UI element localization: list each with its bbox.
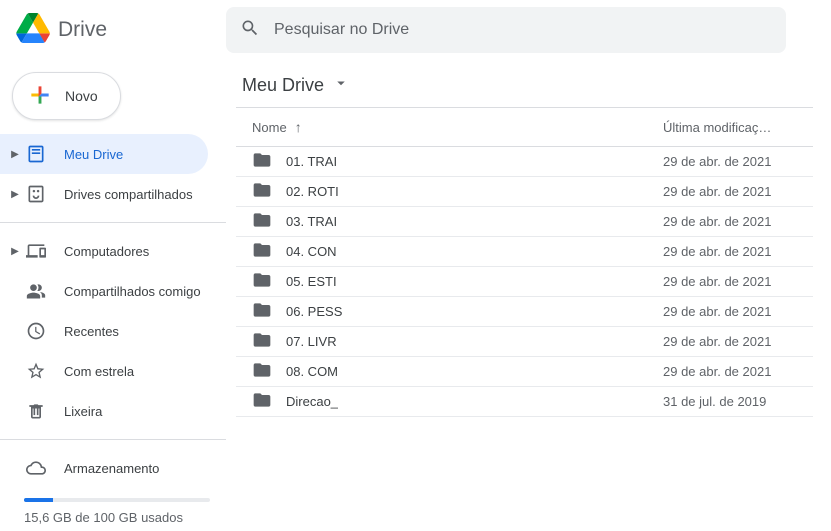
storage-progress-fill (24, 498, 53, 502)
table-row[interactable]: 01. TRAI29 de abr. de 2021 (236, 147, 813, 177)
breadcrumb-current: Meu Drive (242, 75, 324, 96)
file-name: 01. TRAI (286, 154, 663, 169)
logo-area[interactable]: Drive (16, 13, 226, 48)
table-row[interactable]: 02. ROTI29 de abr. de 2021 (236, 177, 813, 207)
sidebar: Novo ▶ Meu Drive ▶ Drives compartilhados… (0, 60, 226, 531)
drive-logo-icon (16, 13, 50, 48)
sidebar-item-label: Armazenamento (64, 461, 159, 476)
folder-icon (252, 210, 272, 233)
table-row[interactable]: 06. PESS29 de abr. de 2021 (236, 297, 813, 327)
file-modified: 29 de abr. de 2021 (663, 304, 813, 319)
search-icon (240, 18, 260, 43)
file-name: 05. ESTI (286, 274, 663, 289)
sidebar-item-trash[interactable]: Lixeira (0, 391, 208, 431)
computers-icon (24, 241, 48, 261)
file-name: 02. ROTI (286, 184, 663, 199)
column-header-modified[interactable]: Última modificaç… (663, 120, 813, 135)
app-header: Drive (0, 0, 831, 60)
folder-icon (252, 330, 272, 353)
sidebar-item-recent[interactable]: Recentes (0, 311, 208, 351)
recent-icon (24, 321, 48, 341)
trash-icon (24, 401, 48, 421)
file-name: Direcao_ (286, 394, 663, 409)
sidebar-item-label: Recentes (64, 324, 119, 339)
folder-icon (252, 150, 272, 173)
sidebar-item-computers[interactable]: ▶ Computadores (0, 231, 208, 271)
table-row[interactable]: 03. TRAI29 de abr. de 2021 (236, 207, 813, 237)
shared-drives-icon (24, 184, 48, 204)
file-name: 04. CON (286, 244, 663, 259)
divider (0, 222, 226, 223)
chevron-right-icon: ▶ (6, 149, 24, 160)
sidebar-item-my-drive[interactable]: ▶ Meu Drive (0, 134, 208, 174)
folder-icon (252, 300, 272, 323)
sidebar-item-storage[interactable]: Armazenamento (0, 448, 208, 488)
file-name: 08. COM (286, 364, 663, 379)
file-modified: 29 de abr. de 2021 (663, 184, 813, 199)
chevron-right-icon: ▶ (6, 189, 24, 200)
new-button-label: Novo (65, 88, 98, 104)
table-row[interactable]: 07. LIVR29 de abr. de 2021 (236, 327, 813, 357)
file-list: 01. TRAI29 de abr. de 202102. ROTI29 de … (236, 147, 813, 417)
file-name: 06. PESS (286, 304, 663, 319)
star-icon (24, 361, 48, 381)
sidebar-item-label: Computadores (64, 244, 149, 259)
cloud-icon (24, 458, 48, 478)
file-name: 07. LIVR (286, 334, 663, 349)
file-modified: 29 de abr. de 2021 (663, 364, 813, 379)
content-area: Meu Drive Nome ↑ Última modificaç… 01. T… (226, 60, 831, 531)
search-input[interactable] (274, 21, 772, 39)
sidebar-item-label: Drives compartilhados (64, 187, 193, 202)
sidebar-item-label: Meu Drive (64, 147, 123, 162)
folder-icon (252, 240, 272, 263)
storage-block: 15,6 GB de 100 GB usados Comprar armazen… (0, 488, 226, 531)
folder-icon (252, 270, 272, 293)
folder-icon (252, 360, 272, 383)
sidebar-item-starred[interactable]: Com estrela (0, 351, 208, 391)
divider (0, 439, 226, 440)
chevron-right-icon: ▶ (6, 246, 24, 257)
storage-progress-bar (24, 498, 210, 502)
my-drive-icon (24, 144, 48, 164)
folder-icon (252, 390, 272, 413)
sidebar-item-label: Lixeira (64, 404, 102, 419)
file-modified: 29 de abr. de 2021 (663, 214, 813, 229)
caret-down-icon (332, 74, 350, 97)
table-row[interactable]: 04. CON29 de abr. de 2021 (236, 237, 813, 267)
shared-icon (24, 281, 48, 301)
plus-icon (27, 82, 53, 111)
sidebar-item-label: Compartilhados comigo (64, 284, 201, 299)
file-modified: 29 de abr. de 2021 (663, 244, 813, 259)
table-row[interactable]: 05. ESTI29 de abr. de 2021 (236, 267, 813, 297)
sidebar-item-shared-with-me[interactable]: Compartilhados comigo (0, 271, 208, 311)
file-modified: 29 de abr. de 2021 (663, 154, 813, 169)
sort-ascending-icon: ↑ (295, 119, 302, 135)
table-row[interactable]: Direcao_31 de jul. de 2019 (236, 387, 813, 417)
file-modified: 31 de jul. de 2019 (663, 394, 813, 409)
folder-icon (252, 180, 272, 203)
sidebar-item-label: Com estrela (64, 364, 134, 379)
new-button[interactable]: Novo (12, 72, 121, 120)
file-name: 03. TRAI (286, 214, 663, 229)
file-modified: 29 de abr. de 2021 (663, 274, 813, 289)
table-header: Nome ↑ Última modificaç… (236, 107, 813, 147)
app-name: Drive (58, 18, 107, 42)
table-row[interactable]: 08. COM29 de abr. de 2021 (236, 357, 813, 387)
sidebar-item-shared-drives[interactable]: ▶ Drives compartilhados (0, 174, 208, 214)
search-bar[interactable] (226, 7, 786, 53)
storage-used-text: 15,6 GB de 100 GB usados (24, 510, 210, 525)
column-header-name[interactable]: Nome ↑ (236, 119, 663, 135)
file-modified: 29 de abr. de 2021 (663, 334, 813, 349)
breadcrumb[interactable]: Meu Drive (236, 74, 813, 107)
